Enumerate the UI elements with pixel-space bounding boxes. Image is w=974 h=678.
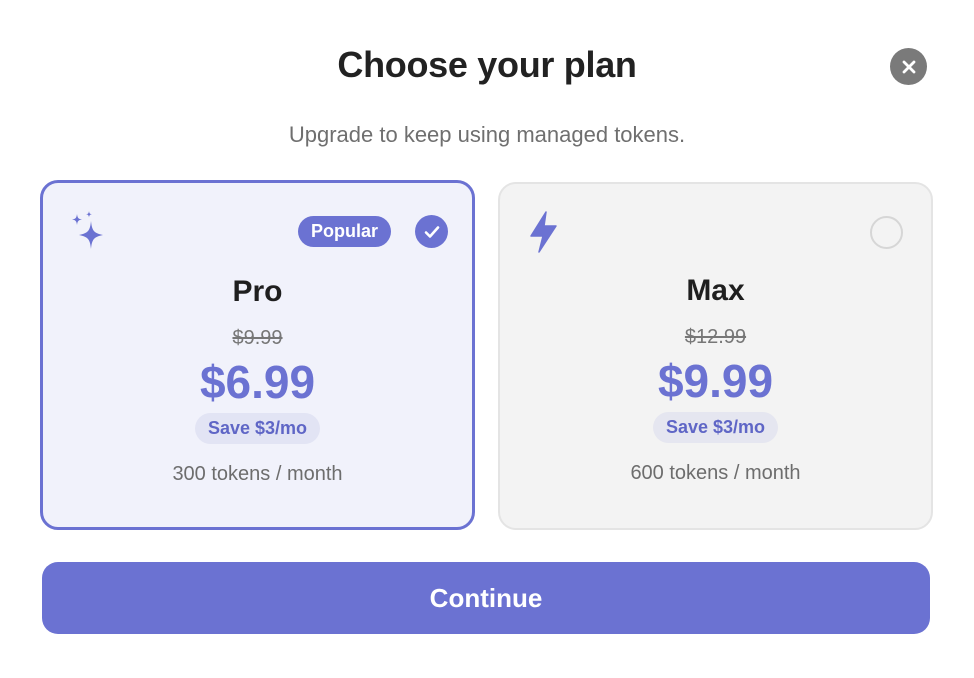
- plan-name: Max: [686, 274, 745, 307]
- token-allowance: 600 tokens / month: [630, 462, 801, 484]
- token-allowance: 300 tokens / month: [172, 463, 343, 485]
- page-title: Choose your plan: [337, 44, 637, 85]
- sparkles-icon: [72, 211, 103, 249]
- savings-badge: Save $3/mo: [194, 413, 321, 444]
- page-subtitle: Upgrade to keep using managed tokens.: [288, 122, 686, 147]
- close-icon: [902, 60, 915, 73]
- plan-card-max[interactable]: Max $12.99 $9.99 Save $3/mo 600 tokens /…: [498, 182, 933, 530]
- original-price: $9.99: [232, 327, 283, 349]
- original-price: $12.99: [684, 326, 747, 348]
- plan-radio[interactable]: [870, 216, 903, 249]
- popular-badge: Popular: [298, 216, 392, 247]
- checkmark-icon: [424, 225, 439, 238]
- close-button[interactable]: [890, 48, 927, 85]
- plan-name: Pro: [232, 275, 283, 308]
- discounted-price: $9.99: [657, 355, 774, 407]
- lightning-icon: [530, 211, 557, 253]
- selected-check[interactable]: [415, 215, 448, 248]
- savings-badge: Save $3/mo: [652, 412, 779, 443]
- continue-button[interactable]: Continue: [42, 562, 930, 634]
- discounted-price: $6.99: [199, 356, 316, 408]
- plan-card-pro[interactable]: Popular Pro $9.99 $6.99 Save $3/mo 300 t…: [40, 180, 475, 530]
